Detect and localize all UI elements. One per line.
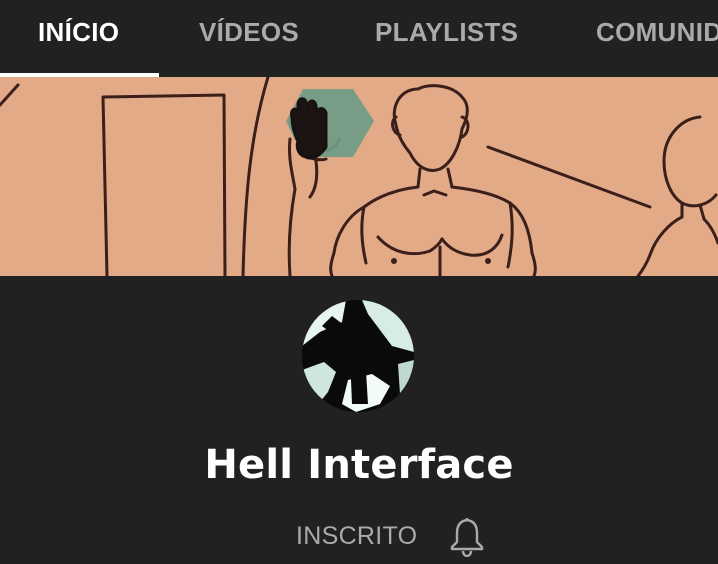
subscribed-button[interactable]: INSCRITO <box>296 522 417 551</box>
subscribe-row: INSCRITO <box>296 514 485 558</box>
bell-icon[interactable] <box>449 515 485 557</box>
banner-illustration <box>0 77 718 276</box>
channel-header: Hell Interface INSCRITO <box>0 276 718 564</box>
tab-inicio[interactable]: INÍCIO <box>38 0 119 77</box>
channel-avatar[interactable] <box>302 300 414 412</box>
channel-banner <box>0 77 718 276</box>
channel-tabs: INÍCIO VÍDEOS PLAYLISTS COMUNID <box>0 0 718 77</box>
tab-videos[interactable]: VÍDEOS <box>199 0 299 77</box>
tab-playlists[interactable]: PLAYLISTS <box>375 0 518 77</box>
channel-name: Hell Interface <box>204 442 514 488</box>
avatar-image <box>302 300 414 412</box>
tab-comunidade[interactable]: COMUNID <box>596 0 718 77</box>
